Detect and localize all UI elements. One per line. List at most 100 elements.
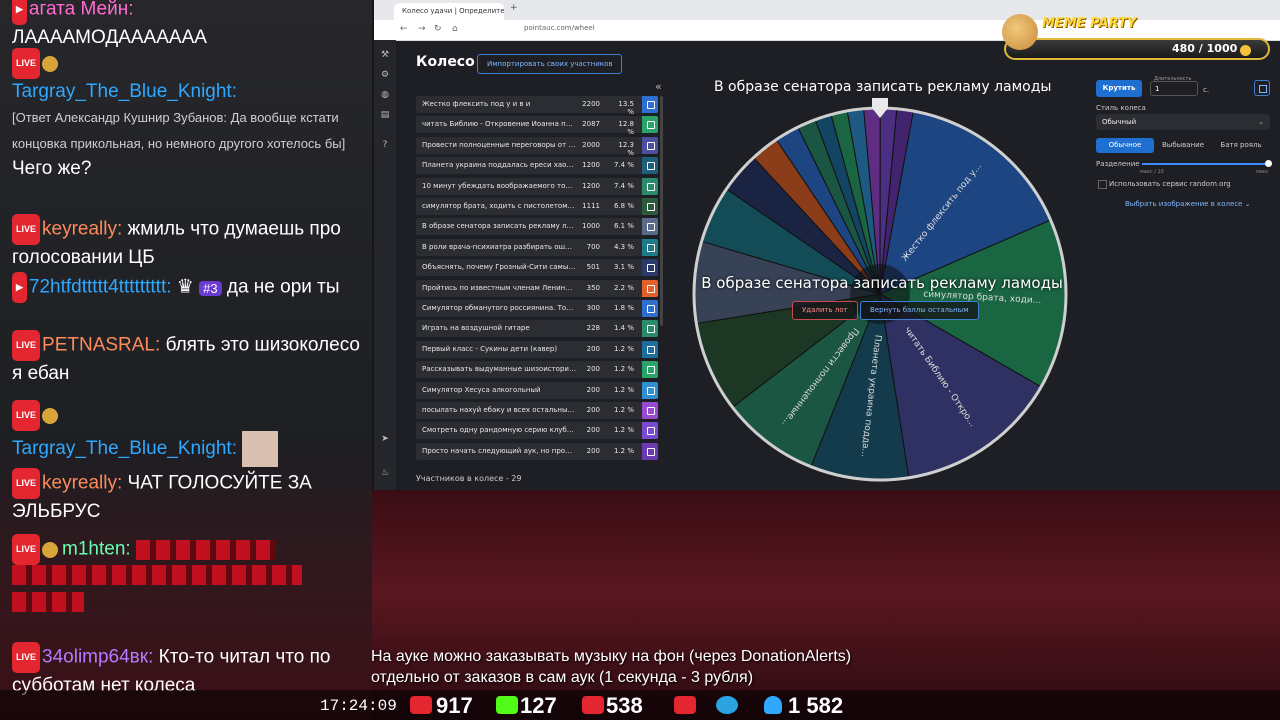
lot-row[interactable]: В роли врача-психиатра разбирать ошибки …	[416, 238, 658, 256]
lot-action-icon[interactable]	[642, 279, 658, 297]
pick-wheel-image-link[interactable]: Выбрать изображение в колесе ⌄	[1125, 200, 1251, 208]
lot-action-icon[interactable]	[642, 259, 658, 277]
wheel-winner-title: В образе сенатора записать рекламу ламод…	[714, 79, 1052, 95]
split-slider-knob[interactable]	[1265, 160, 1272, 167]
document-icon[interactable]: ▤	[380, 110, 390, 120]
lot-name: В роли врача-психиатра разбирать ошибки …	[422, 242, 576, 251]
lot-action-icon[interactable]	[642, 300, 658, 317]
lot-amount: 200	[586, 406, 600, 414]
crown-icon: ♛	[176, 276, 194, 298]
meme-party-title: MEME PARTY	[1042, 16, 1137, 31]
lot-row[interactable]: читать Библию - Откровение Иоанна под м.…	[416, 116, 658, 136]
tab-mode-elimination[interactable]: Выбывание	[1154, 138, 1212, 153]
wheel-icon[interactable]: ◍	[380, 90, 390, 100]
lot-action-icon[interactable]	[642, 320, 658, 338]
browser-tab[interactable]: Колесо удачи | Определите о...	[394, 3, 504, 20]
lot-name: В образе сенатора записать рекламу ламод…	[422, 222, 576, 231]
lot-action-icon[interactable]	[642, 218, 658, 236]
live-badge-icon: LIVE	[12, 468, 41, 499]
page-title: Колесо	[416, 54, 475, 70]
lot-amount: 200	[586, 385, 600, 394]
chat-nick: PETNASRAL:	[42, 334, 161, 356]
lot-row[interactable]: Жестко флексить под у и в и 2200 13.5 %	[416, 96, 658, 116]
tab-mode-royale[interactable]: Батя рояль	[1212, 138, 1270, 153]
new-tab-icon[interactable]: +	[510, 3, 518, 13]
lot-row[interactable]: 10 минут убеждать воображаемого топаза .…	[416, 177, 658, 195]
lot-row[interactable]: Первый класс - Сукины дети (кавер) 200 1.2…	[416, 340, 658, 358]
lot-row[interactable]: Смотреть одну рандомную серию клуба Ми..…	[416, 422, 658, 440]
lot-row[interactable]: Рассказывать выдуманные шизоистории пр..…	[416, 361, 658, 379]
lot-action-icon[interactable]	[642, 177, 658, 195]
lot-action-icon[interactable]	[642, 136, 658, 154]
back-icon[interactable]: ←	[400, 24, 408, 34]
random-org-checkbox[interactable]	[1098, 180, 1107, 189]
lot-row[interactable]: Просто начать следующий аук, но провести…	[416, 442, 658, 460]
return-points-button[interactable]: Вернуть баллы остальным	[860, 301, 979, 320]
lot-percent: 7.4 %	[613, 161, 634, 170]
lot-row[interactable]: Играть на воздушной гитаре 228 1.4 %	[416, 320, 658, 338]
collapse-panel-icon[interactable]: «	[655, 80, 662, 93]
chat-nick: 34olimp64вк:	[42, 646, 154, 668]
tab-mode-normal[interactable]: Обычное	[1096, 138, 1154, 153]
chat-message: LIVE Targray_The_Blue_Knight:	[12, 400, 368, 467]
lot-row[interactable]: В образе сенатора записать рекламу ламод…	[416, 218, 658, 236]
split-slider[interactable]	[1142, 160, 1272, 167]
telegram-nav-icon[interactable]: ➤	[380, 434, 390, 444]
lot-action-icon[interactable]	[642, 402, 658, 419]
subscriber-badge-icon	[42, 407, 59, 424]
lot-amount: 200	[586, 446, 600, 455]
lot-row[interactable]: симулятор брата, ходить с пистолетом из …	[416, 198, 658, 215]
lot-action-icon[interactable]	[642, 96, 658, 113]
lot-row[interactable]: Провести полноценные переговоры от лиц..…	[416, 136, 658, 157]
delete-lot-button[interactable]: Удалить лот	[792, 301, 858, 320]
lot-percent: 2.2 %	[613, 283, 634, 292]
lot-action-icon[interactable]	[642, 198, 658, 215]
subscriber-badge-icon	[42, 541, 59, 558]
wheel-style-label: Стиль колеса	[1096, 104, 1146, 112]
donate-icon[interactable]: ♨	[380, 468, 390, 478]
lot-action-icon[interactable]	[642, 381, 658, 399]
kick-icon	[496, 696, 518, 714]
hammer-icon[interactable]: ⚒	[380, 50, 390, 60]
lot-percent: 1.4 %	[613, 324, 634, 333]
rank-badge: #3	[199, 280, 222, 296]
lot-action-icon[interactable]	[642, 238, 658, 256]
lot-percent: 1.2 %	[613, 406, 634, 414]
import-participants-button[interactable]: Импортировать своих участников	[477, 54, 623, 74]
gear-icon[interactable]: ⚙	[380, 70, 390, 80]
lot-amount: 200	[586, 426, 600, 435]
lot-percent: 7.4 %	[613, 181, 634, 190]
wheel-mode-tabs: Обычное Выбывание Батя рояль	[1096, 138, 1270, 153]
lot-list-scrollbar[interactable]	[660, 96, 663, 326]
lot-row[interactable]: Симулятор Хесуса алкогольный 200 1.2 %	[416, 381, 658, 399]
lot-row[interactable]: Симулятор обманутого россиянина. Только …	[416, 300, 658, 317]
lot-name: Пройтись по известным членам Ленинской .…	[422, 283, 576, 292]
lot-action-icon[interactable]	[642, 422, 658, 440]
lot-action-icon[interactable]	[642, 361, 658, 379]
live-badge-icon: LIVE	[12, 330, 41, 361]
lot-row[interactable]: Объяснять, почему Грозный-Сити самый до.…	[416, 259, 658, 277]
lot-row[interactable]: Пройтись по известным членам Ленинской .…	[416, 279, 658, 297]
duration-input[interactable]: 1	[1150, 81, 1198, 96]
lot-row[interactable]: Планета украина поддалась ереси хаоса(в.…	[416, 157, 658, 175]
spin-button[interactable]: Крутить	[1096, 80, 1142, 97]
lot-amount: 200	[586, 365, 600, 374]
url-input[interactable]: pointauc.com/wheel	[524, 24, 595, 32]
lot-row[interactable]: посылать нахуй ебаку и всех остальных кт…	[416, 402, 658, 419]
lot-amount: 1200	[582, 161, 600, 170]
fullscreen-icon[interactable]	[1254, 80, 1270, 96]
lot-action-icon[interactable]	[642, 340, 658, 358]
lot-action-icon[interactable]	[642, 442, 658, 460]
help-icon[interactable]: ?	[380, 140, 390, 150]
lot-action-icon[interactable]	[642, 157, 658, 175]
chat-nick: Targray_The_Blue_Knight:	[12, 438, 237, 460]
lot-percent: 1.2 %	[613, 446, 634, 455]
fortune-wheel[interactable]: Жестко флексить под у...симулятор брата,…	[690, 96, 1074, 488]
wheel-style-select[interactable]: Обычный ⌄	[1096, 114, 1270, 130]
forward-icon[interactable]: →	[418, 24, 426, 34]
home-icon[interactable]: ⌂	[452, 24, 458, 34]
reload-icon[interactable]: ↻	[434, 24, 442, 34]
chevron-down-icon: ⌄	[1244, 200, 1251, 208]
chat-nick: m1hten:	[62, 538, 131, 560]
lot-action-icon[interactable]	[642, 116, 658, 134]
